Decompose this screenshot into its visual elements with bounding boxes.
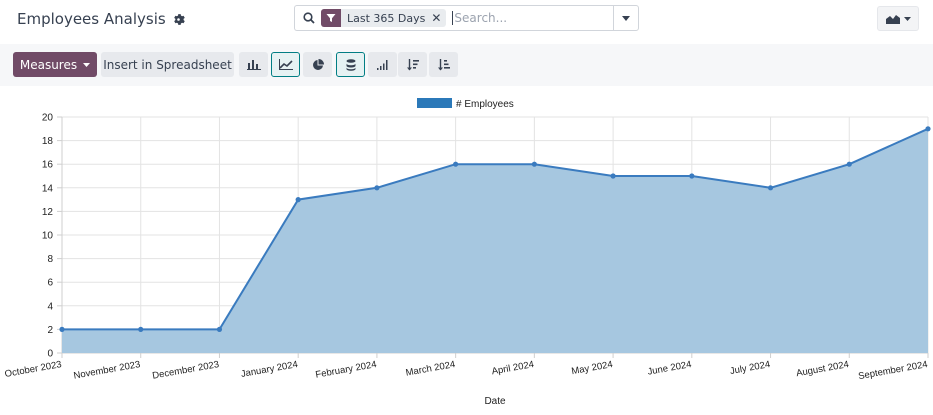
control-panel-top: Employees Analysis Last 365 Days ✕ — [0, 0, 933, 44]
sort-descending-button[interactable] — [398, 52, 427, 77]
legend-swatch — [417, 98, 452, 108]
pie-chart-icon — [312, 58, 324, 70]
chart-legend[interactable]: # Employees — [417, 98, 514, 110]
legend-label: # Employees — [456, 99, 514, 110]
x-tick-label: January 2024 — [240, 359, 299, 380]
y-tick-label: 8 — [47, 254, 53, 265]
bar-chart-icon — [246, 60, 261, 70]
x-tick-label: December 2023 — [151, 359, 219, 382]
page-title: Employees Analysis — [17, 10, 166, 28]
y-tick-label: 12 — [42, 207, 54, 218]
x-tick-label: May 2024 — [571, 359, 614, 377]
data-point[interactable] — [138, 326, 144, 332]
gear-icon[interactable] — [172, 13, 185, 26]
sort-descending-icon — [406, 58, 419, 70]
data-point[interactable] — [295, 197, 301, 203]
employees-line-chart[interactable]: # Employees 0 2 4 6 8 10 12 14 16 18 20 October 20… — [0, 86, 933, 411]
data-point[interactable] — [374, 185, 380, 191]
line-chart-icon — [278, 59, 293, 70]
y-tick-label: 6 — [47, 278, 53, 289]
y-axis: 0 2 4 6 8 10 12 14 16 18 20 — [42, 113, 63, 360]
data-point[interactable] — [216, 326, 223, 332]
x-tick-label: September 2024 — [857, 359, 928, 382]
series-area — [62, 128, 928, 353]
x-axis-title: Date — [484, 396, 506, 407]
measures-button[interactable]: Measures — [13, 52, 97, 77]
close-icon[interactable]: ✕ — [431, 11, 446, 25]
line-chart-button[interactable] — [271, 52, 300, 77]
caret-down-icon — [622, 15, 630, 21]
filter-icon — [321, 9, 341, 27]
x-axis: October 2023 November 2023 December 2023 Ja… — [4, 352, 929, 382]
y-tick-label: 2 — [47, 325, 53, 336]
y-tick-label: 10 — [42, 231, 54, 242]
x-tick-label: April 2024 — [491, 359, 535, 377]
x-tick-label: July 2024 — [729, 359, 771, 377]
stacked-toggle-button[interactable] — [336, 52, 365, 77]
search-bar[interactable]: Last 365 Days ✕ — [294, 5, 613, 31]
data-point[interactable] — [59, 326, 65, 332]
chart-view-switcher[interactable] — [877, 6, 919, 31]
x-tick-label: March 2024 — [405, 359, 456, 379]
breadcrumb: Employees Analysis — [17, 9, 185, 29]
sort-ascending-icon — [437, 58, 450, 70]
insert-label: Insert in Spreadsheet — [103, 57, 232, 72]
facet-label: Last 365 Days — [347, 11, 426, 25]
y-tick-label: 4 — [47, 301, 53, 312]
sort-ascending-button[interactable] — [429, 52, 458, 77]
data-point[interactable] — [610, 173, 616, 179]
series-employees — [59, 126, 931, 353]
y-tick-label: 16 — [42, 160, 54, 171]
x-tick-label: June 2024 — [647, 359, 693, 378]
area-chart-icon — [885, 15, 900, 24]
data-point[interactable] — [453, 161, 459, 167]
y-tick-label: 20 — [42, 113, 54, 124]
y-tick-label: 14 — [42, 183, 54, 194]
y-tick-label: 0 — [47, 349, 53, 360]
y-tick-label: 18 — [42, 136, 54, 147]
cumulative-button[interactable] — [368, 52, 397, 77]
search-icon[interactable] — [303, 12, 315, 24]
x-tick-label: August 2024 — [795, 359, 849, 379]
data-point[interactable] — [925, 126, 931, 132]
search-input[interactable] — [452, 11, 603, 25]
signal-bars-icon — [376, 59, 387, 70]
insert-in-spreadsheet-button[interactable]: Insert in Spreadsheet — [101, 52, 234, 77]
graph-view: # Employees 0 2 4 6 8 10 12 14 16 18 20 October 20… — [0, 86, 933, 411]
search-options-toggle[interactable] — [613, 5, 639, 31]
data-point[interactable] — [846, 161, 852, 167]
measures-label: Measures — [19, 57, 78, 72]
data-point[interactable] — [531, 161, 537, 167]
caret-down-icon — [83, 62, 91, 67]
x-tick-label: November 2023 — [73, 359, 141, 382]
database-stack-icon — [346, 58, 355, 71]
data-point[interactable] — [767, 185, 774, 191]
data-point[interactable] — [689, 173, 695, 179]
x-tick-label: October 2023 — [4, 359, 63, 380]
control-panel-toolbar: Measures Insert in Spreadsheet — [0, 44, 933, 86]
bar-chart-button[interactable] — [239, 52, 268, 77]
search-facet: Last 365 Days ✕ — [321, 9, 447, 27]
pie-chart-button[interactable] — [303, 52, 332, 77]
caret-down-icon — [903, 16, 911, 21]
x-tick-label: February 2024 — [315, 359, 378, 381]
